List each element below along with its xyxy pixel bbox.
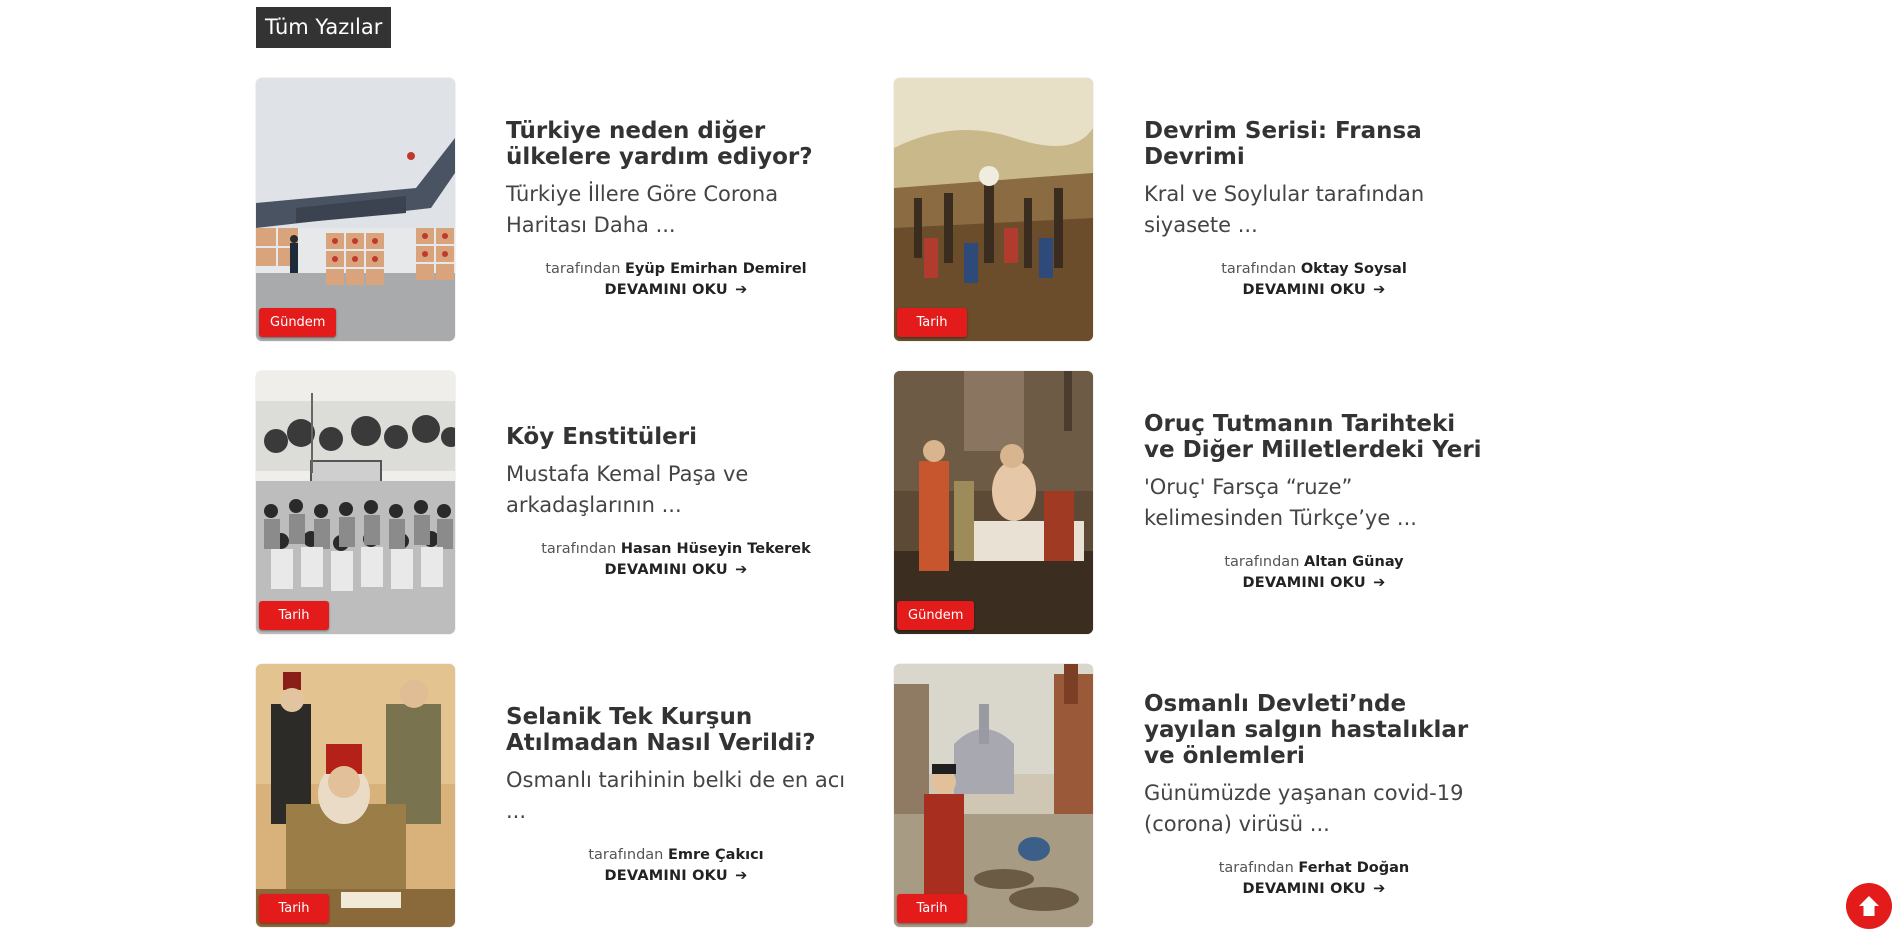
author-name[interactable]: Hasan Hüseyin Tekerek [621, 541, 811, 557]
read-more-link[interactable]: DEVAMINI OKU ➔ [506, 866, 846, 887]
post-meta: tarafından Emre Çakıcı DEVAMINI OKU ➔ [506, 845, 846, 887]
post-card: Tarih Köy Enstitüleri Mustafa Kemal Paşa… [256, 371, 856, 635]
post-title[interactable]: Köy Enstitüleri [506, 424, 851, 450]
post-thumbnail[interactable]: Tarih [894, 664, 1093, 927]
author-name[interactable]: Oktay Soysal [1301, 261, 1407, 277]
post-body: Osmanlı Devleti’nde yayılan salgın hasta… [1144, 664, 1489, 927]
old-photo-crowd-image [256, 371, 455, 634]
arrow-right-icon: ➔ [1373, 881, 1386, 897]
post-title[interactable]: Türkiye neden diğer ülkelere yardım ediy… [506, 118, 851, 170]
author-prefix: tarafından [1221, 261, 1297, 277]
category-badge[interactable]: Gündem [897, 601, 975, 630]
category-badge[interactable]: Tarih [259, 894, 329, 923]
author-prefix: tarafından [1224, 554, 1300, 570]
post-excerpt: Mustafa Kemal Paşa ve arkadaşlarının ... [506, 462, 749, 517]
author-prefix: tarafından [541, 541, 617, 557]
death-of-socrates-painting-image [894, 371, 1093, 634]
post-meta: tarafından Eyüp Emirhan Demirel DEVAMINI… [506, 259, 846, 301]
arrow-right-icon: ➔ [735, 868, 748, 884]
author-name[interactable]: Emre Çakıcı [668, 847, 764, 863]
post-meta: tarafından Hasan Hüseyin Tekerek DEVAMIN… [506, 539, 846, 581]
author-prefix: tarafından [588, 847, 664, 863]
arrow-right-icon: ➔ [1373, 575, 1386, 591]
post-excerpt: 'Oruç' Farsça “ruze” kelimesinden Türkçe… [1144, 475, 1417, 530]
ottoman-officers-illustration-image [256, 664, 455, 927]
post-thumbnail[interactable]: Tarih [256, 371, 455, 634]
post-card: Gündem Türkiye neden diğer ülkelere yard… [256, 78, 856, 342]
read-more-link[interactable]: DEVAMINI OKU ➔ [1144, 879, 1484, 900]
category-badge[interactable]: Gündem [259, 308, 337, 337]
scroll-to-top-button[interactable] [1848, 885, 1890, 927]
read-more-label: DEVAMINI OKU [1242, 881, 1366, 897]
plague-street-painting-image [894, 664, 1093, 927]
post-excerpt: Günümüzde yaşanan covid-19 (corona) virü… [1144, 781, 1464, 836]
post-meta: tarafından Oktay Soysal DEVAMINI OKU ➔ [1144, 259, 1484, 301]
category-badge[interactable]: Tarih [259, 601, 329, 630]
post-meta: tarafından Ferhat Doğan DEVAMINI OKU ➔ [1144, 858, 1484, 900]
author-prefix: tarafından [1218, 860, 1294, 876]
arrow-right-icon: ➔ [1373, 282, 1386, 298]
post-body: Türkiye neden diğer ülkelere yardım ediy… [506, 78, 851, 341]
read-more-label: DEVAMINI OKU [604, 562, 728, 578]
read-more-link[interactable]: DEVAMINI OKU ➔ [506, 280, 846, 301]
category-badge[interactable]: Tarih [897, 308, 967, 337]
post-thumbnail[interactable]: Tarih [256, 664, 455, 927]
cargo-plane-aid-image [256, 78, 455, 341]
post-body: Köy Enstitüleri Mustafa Kemal Paşa ve ar… [506, 371, 851, 634]
author-name[interactable]: Ferhat Doğan [1298, 860, 1409, 876]
post-title[interactable]: Selanik Tek Kurşun Atılmadan Nasıl Veril… [506, 704, 851, 756]
post-excerpt: Kral ve Soylular tarafından siyasete ... [1144, 182, 1425, 237]
post-excerpt: Osmanlı tarihinin belki de en acı ... [506, 768, 846, 823]
post-card: Gündem Oruç Tutmanın Tarihteki ve Diğer … [894, 371, 1494, 635]
post-thumbnail[interactable]: Gündem [256, 78, 455, 341]
revolution-painting-image [894, 78, 1093, 341]
read-more-link[interactable]: DEVAMINI OKU ➔ [1144, 280, 1484, 301]
post-card: Tarih Selanik Tek Kurşun Atılmadan Nasıl… [256, 664, 856, 928]
author-name[interactable]: Eyüp Emirhan Demirel [625, 261, 807, 277]
arrow-right-icon: ➔ [735, 562, 748, 578]
author-prefix: tarafından [545, 261, 621, 277]
arrow-right-icon: ➔ [735, 282, 748, 298]
post-card: Tarih Osmanlı Devleti’nde yayılan salgın… [894, 664, 1494, 928]
post-body: Devrim Serisi: Fransa Devrimi Kral ve So… [1144, 78, 1489, 341]
post-thumbnail[interactable]: Tarih [894, 78, 1093, 341]
post-thumbnail[interactable]: Gündem [894, 371, 1093, 634]
arrow-up-circle-icon [1859, 896, 1879, 916]
post-body: Oruç Tutmanın Tarihteki ve Diğer Milletl… [1144, 371, 1489, 634]
post-title[interactable]: Oruç Tutmanın Tarihteki ve Diğer Milletl… [1144, 411, 1489, 463]
read-more-link[interactable]: DEVAMINI OKU ➔ [1144, 573, 1484, 594]
author-name[interactable]: Altan Günay [1304, 554, 1404, 570]
read-more-label: DEVAMINI OKU [604, 868, 728, 884]
post-grid: Gündem Türkiye neden diğer ülkelere yard… [0, 0, 1901, 936]
read-more-label: DEVAMINI OKU [604, 282, 728, 298]
read-more-label: DEVAMINI OKU [1242, 575, 1366, 591]
post-card: Tarih Devrim Serisi: Fransa Devrimi Kral… [894, 78, 1494, 342]
category-badge[interactable]: Tarih [897, 894, 967, 923]
post-meta: tarafından Altan Günay DEVAMINI OKU ➔ [1144, 552, 1484, 594]
post-excerpt: Türkiye İllere Göre Corona Haritası Daha… [506, 182, 779, 237]
post-title[interactable]: Devrim Serisi: Fransa Devrimi [1144, 118, 1489, 170]
read-more-label: DEVAMINI OKU [1242, 282, 1366, 298]
post-body: Selanik Tek Kurşun Atılmadan Nasıl Veril… [506, 664, 851, 927]
read-more-link[interactable]: DEVAMINI OKU ➔ [506, 560, 846, 581]
post-title[interactable]: Osmanlı Devleti’nde yayılan salgın hasta… [1144, 691, 1489, 769]
